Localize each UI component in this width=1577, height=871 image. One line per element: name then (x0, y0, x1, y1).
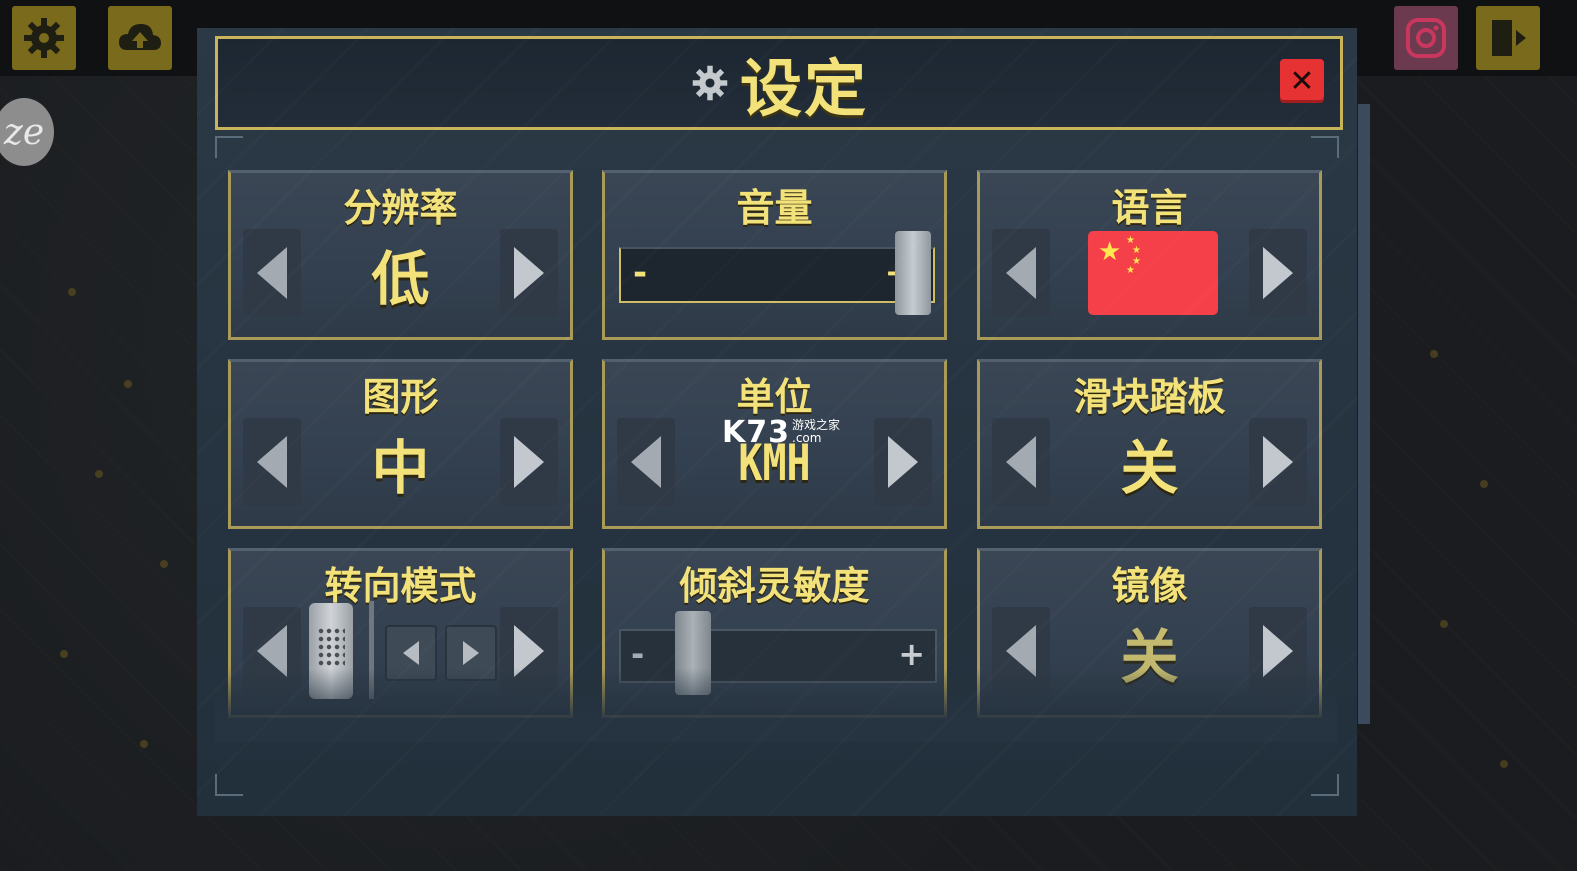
volume-slider-track[interactable]: - + (619, 247, 935, 303)
graphics-next-button[interactable] (500, 418, 558, 506)
arrow-right-icon (514, 247, 544, 299)
bg-dot (1440, 620, 1448, 628)
frame-corner (1311, 774, 1339, 796)
dialog-title: 设定 (739, 52, 868, 125)
bg-dot (60, 650, 68, 658)
resolution-value: 低 (371, 245, 430, 313)
language-label: 语言 (1111, 186, 1188, 230)
slider-pedal-next-button[interactable] (1249, 418, 1307, 506)
arrow-right-icon (1263, 247, 1293, 299)
watermark-sub2: .com (792, 431, 822, 445)
tilt-sensitivity-label: 倾斜灵敏度 (679, 564, 870, 608)
frame-corner (1311, 136, 1339, 158)
watermark: K73 游戏之家 .com (722, 415, 840, 450)
bg-dot (124, 380, 132, 388)
volume-label: 音量 (736, 186, 813, 230)
units-prev-button[interactable] (617, 418, 675, 506)
language-setting: 语言 ★ ★ ★ ★ ★ (977, 170, 1322, 340)
graphics-value: 中 (371, 434, 430, 502)
arrow-left-icon (1006, 436, 1036, 488)
bg-dot (140, 740, 148, 748)
close-button[interactable]: ✕ (1280, 59, 1324, 103)
frame-corner (215, 136, 243, 158)
units-label: 单位 (736, 375, 813, 419)
bg-dot (68, 288, 76, 296)
bg-dot (1500, 760, 1508, 768)
frame-corner (215, 774, 243, 796)
language-next-button[interactable] (1249, 229, 1307, 317)
graphics-label: 图形 (362, 375, 439, 419)
arrow-left-icon (403, 641, 419, 665)
volume-slider-handle[interactable] (895, 231, 931, 315)
resolution-label: 分辨率 (343, 186, 458, 230)
arrow-right-icon (463, 641, 479, 665)
instagram-icon (1406, 18, 1446, 58)
arrow-right-icon (888, 436, 918, 488)
volume-setting: 音量 - + (602, 170, 947, 340)
units-next-button[interactable] (874, 418, 932, 506)
flag-star-icon: ★ (1098, 237, 1122, 267)
watermark-sub: 游戏之家 .com (792, 419, 840, 445)
dialog-titlebar: 设定 ✕ (215, 36, 1343, 130)
bg-dot (95, 470, 103, 478)
steering-mode-label: 转向模式 (324, 564, 477, 608)
background-strip (1358, 104, 1370, 724)
gear-icon (692, 65, 728, 101)
exit-door-icon (1492, 20, 1526, 56)
side-logo-text: ze (3, 111, 45, 153)
bg-dot (1430, 350, 1438, 358)
slider-pedal-setting: 滑块踏板 关 (977, 359, 1322, 529)
flag-star-icon: ★ (1132, 245, 1141, 256)
resolution-prev-button[interactable] (243, 229, 301, 317)
resolution-next-button[interactable] (500, 229, 558, 317)
china-flag-icon: ★ ★ ★ ★ ★ (1088, 231, 1218, 315)
gear-icon (24, 18, 64, 58)
instagram-button[interactable] (1394, 6, 1458, 70)
volume-minus: - (633, 253, 648, 293)
exit-button[interactable] (1476, 6, 1540, 70)
settings-gear-button[interactable] (12, 6, 76, 70)
slider-pedal-value: 关 (1120, 434, 1179, 502)
resolution-setting: 分辨率 低 (228, 170, 573, 340)
graphics-setting: 图形 中 (228, 359, 573, 529)
cloud-upload-button[interactable] (108, 6, 172, 70)
flag-star-icon: ★ (1126, 265, 1135, 276)
scroll-fade (215, 668, 1337, 742)
arrow-right-icon (514, 436, 544, 488)
language-prev-button[interactable] (992, 229, 1050, 317)
watermark-main: K73 (722, 415, 790, 450)
slider-pedal-label: 滑块踏板 (1073, 375, 1226, 419)
slider-pedal-prev-button[interactable] (992, 418, 1050, 506)
close-icon: ✕ (1289, 63, 1315, 99)
arrow-left-icon (631, 436, 661, 488)
watermark-sub1: 游戏之家 (792, 418, 841, 432)
graphics-prev-button[interactable] (243, 418, 301, 506)
bg-dot (160, 560, 168, 568)
arrow-left-icon (1006, 247, 1036, 299)
arrow-left-icon (257, 436, 287, 488)
cloud-upload-icon (119, 24, 161, 50)
arrow-right-icon (1263, 436, 1293, 488)
pedal-texture (317, 627, 345, 667)
bg-dot (1480, 480, 1488, 488)
arrow-left-icon (257, 247, 287, 299)
mirror-label: 镜像 (1111, 564, 1188, 608)
